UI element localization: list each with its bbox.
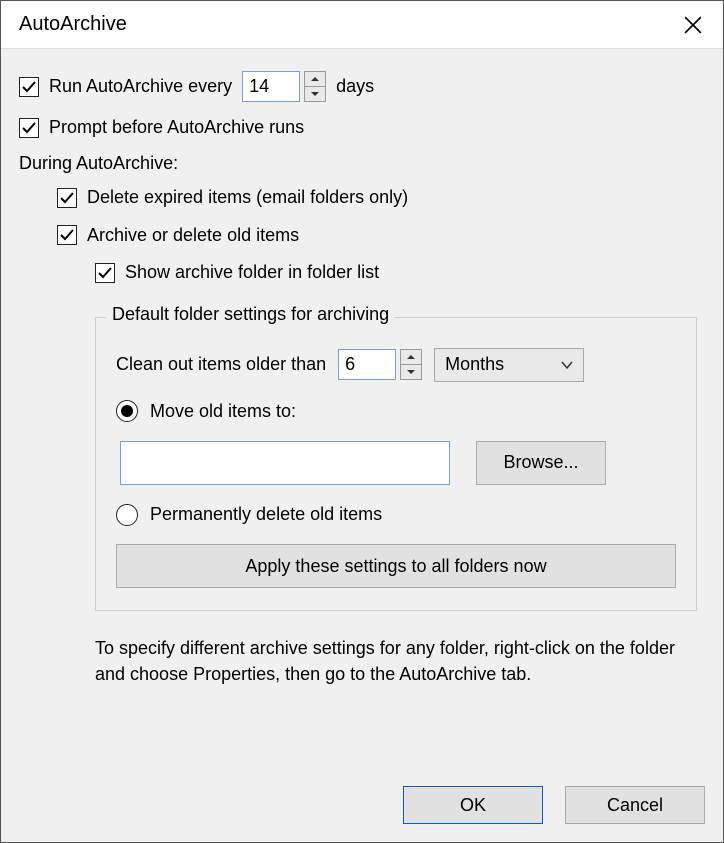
- run-every-spinbuttons: [304, 71, 326, 102]
- show-folder-label: Show archive folder in folder list: [125, 261, 379, 284]
- spin-down-button[interactable]: [304, 87, 326, 102]
- archive-path-input[interactable]: [120, 441, 450, 485]
- ok-button[interactable]: OK: [403, 786, 543, 824]
- archive-old-row: Archive or delete old items: [19, 224, 705, 247]
- check-icon: [59, 190, 75, 206]
- check-icon: [59, 227, 75, 243]
- chevron-up-icon: [311, 75, 319, 83]
- check-icon: [97, 265, 113, 281]
- prompt-checkbox[interactable]: [19, 118, 39, 138]
- run-every-checkbox[interactable]: [19, 77, 39, 97]
- dialog-title: AutoArchive: [19, 13, 127, 36]
- autoarchive-dialog: AutoArchive Run AutoArchive every days: [0, 0, 724, 843]
- cancel-button[interactable]: Cancel: [565, 786, 705, 824]
- unit-select-value: Months: [445, 354, 504, 375]
- browse-button[interactable]: Browse...: [476, 441, 606, 485]
- chevron-down-icon: [561, 359, 573, 371]
- spin-up-button[interactable]: [304, 71, 326, 87]
- during-label: During AutoArchive:: [19, 153, 705, 174]
- clean-out-input[interactable]: [338, 349, 396, 380]
- run-every-label-after: days: [336, 75, 374, 98]
- perm-delete-row: Permanently delete old items: [116, 503, 676, 526]
- unit-select[interactable]: Months: [434, 348, 584, 382]
- chevron-down-icon: [407, 368, 415, 376]
- run-every-spinner: [242, 71, 326, 102]
- check-icon: [21, 120, 37, 136]
- move-old-radio[interactable]: [116, 400, 138, 422]
- group-legend: Default folder settings for archiving: [106, 304, 395, 325]
- path-row: Browse...: [116, 441, 676, 485]
- titlebar: AutoArchive: [1, 1, 723, 49]
- clean-out-spinner: [338, 349, 422, 380]
- apply-all-button[interactable]: Apply these settings to all folders now: [116, 544, 676, 588]
- run-every-input[interactable]: [242, 71, 300, 102]
- spin-up-button[interactable]: [400, 349, 422, 365]
- chevron-up-icon: [407, 353, 415, 361]
- close-button[interactable]: [677, 9, 709, 41]
- default-settings-group: Default folder settings for archiving Cl…: [95, 317, 697, 612]
- archive-old-checkbox[interactable]: [57, 225, 77, 245]
- perm-delete-label: Permanently delete old items: [150, 503, 382, 526]
- clean-out-label: Clean out items older than: [116, 353, 326, 376]
- archive-old-label: Archive or delete old items: [87, 224, 299, 247]
- dialog-footer: OK Cancel: [1, 772, 723, 842]
- perm-delete-radio[interactable]: [116, 504, 138, 526]
- delete-expired-checkbox[interactable]: [57, 188, 77, 208]
- delete-expired-label: Delete expired items (email folders only…: [87, 186, 408, 209]
- move-old-row: Move old items to:: [116, 400, 676, 423]
- spin-down-button[interactable]: [400, 365, 422, 380]
- prompt-label: Prompt before AutoArchive runs: [49, 116, 304, 139]
- delete-expired-row: Delete expired items (email folders only…: [19, 186, 705, 209]
- radio-dot-icon: [121, 405, 133, 417]
- close-icon: [684, 16, 702, 34]
- clean-out-spinbuttons: [400, 349, 422, 380]
- move-old-label: Move old items to:: [150, 400, 296, 423]
- show-folder-row: Show archive folder in folder list: [19, 261, 705, 284]
- check-icon: [21, 79, 37, 95]
- clean-out-row: Clean out items older than Months: [116, 348, 676, 382]
- run-every-row: Run AutoArchive every days: [19, 71, 705, 102]
- show-folder-checkbox[interactable]: [95, 263, 115, 283]
- dialog-body: Run AutoArchive every days Prompt before…: [1, 49, 723, 772]
- run-every-label-before: Run AutoArchive every: [49, 75, 232, 98]
- help-text: To specify different archive settings fo…: [95, 635, 697, 687]
- prompt-row: Prompt before AutoArchive runs: [19, 116, 705, 139]
- chevron-down-icon: [311, 90, 319, 98]
